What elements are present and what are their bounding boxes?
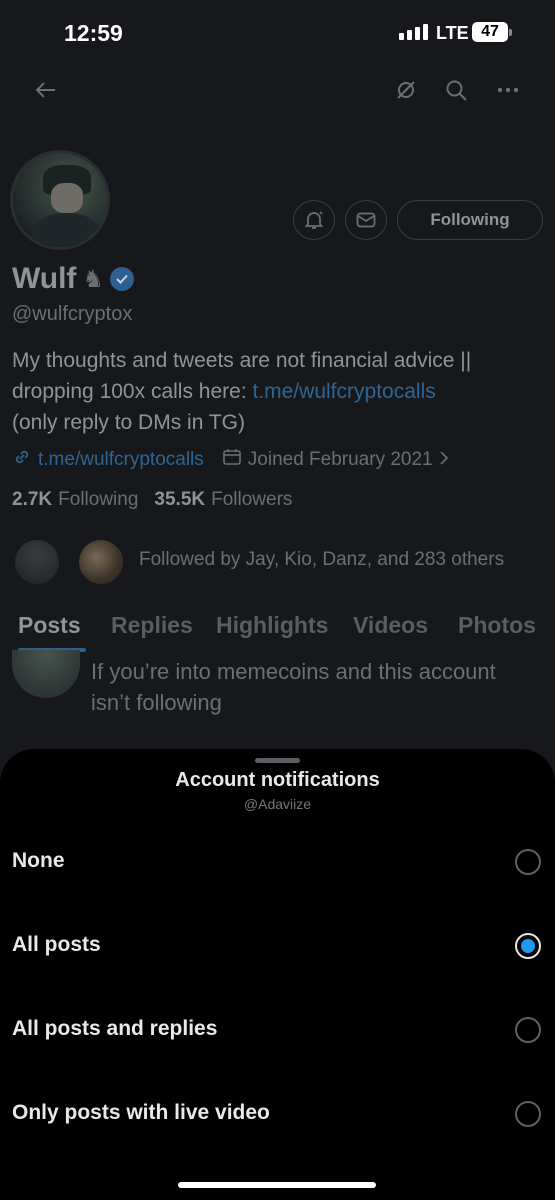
post-line-2: isn’t following (91, 690, 222, 715)
post-avatar[interactable] (12, 650, 80, 698)
network-type: LTE (436, 23, 469, 43)
bio-line-2-text: dropping 100x calls here: (12, 380, 253, 403)
search-icon[interactable] (442, 76, 470, 104)
sheet-grabber[interactable] (255, 758, 300, 763)
tab-videos[interactable]: Videos (353, 612, 428, 639)
bio-line-1: My thoughts and tweets are not financial… (12, 349, 472, 372)
followed-by-text[interactable]: Followed by Jay, Kio, Danz, and 283 othe… (139, 549, 504, 571)
radio-button[interactable] (515, 849, 541, 875)
tab-replies[interactable]: Replies (111, 612, 193, 639)
profile-bio: My thoughts and tweets are not financial… (12, 345, 547, 438)
following-button[interactable]: Following (397, 200, 543, 240)
profile-avatar[interactable] (10, 150, 110, 250)
calendar-icon (222, 447, 242, 473)
sheet-subtitle: @Adaviize (243, 796, 312, 812)
link-icon (12, 447, 32, 473)
bio-line-2: dropping 100x calls here: t.me/wulfcrypt… (12, 376, 547, 407)
following-count[interactable]: 2.7K (12, 489, 52, 511)
tab-posts[interactable]: Posts (18, 612, 81, 639)
profile-name-row: Wulf ♞ (12, 262, 134, 296)
notification-settings-button[interactable] (293, 200, 335, 240)
tab-photos[interactable]: Photos (458, 612, 536, 639)
chevron-right-icon[interactable] (439, 449, 449, 471)
profile-meta: t.me/wulfcryptocalls Joined February 202… (12, 447, 449, 473)
joined-date: Joined February 2021 (247, 449, 433, 470)
followers-label[interactable]: Followers (211, 489, 292, 511)
bio-line-3: (only reply to DMs in TG) (12, 411, 245, 434)
battery-tip (509, 29, 512, 36)
option-all-posts-and-replies[interactable]: All posts and replies (0, 988, 555, 1072)
status-bar: 12:59 LTE 47 (0, 0, 555, 66)
follower-avatar[interactable] (77, 538, 125, 586)
option-label: All posts (12, 933, 101, 956)
message-button[interactable] (345, 200, 387, 240)
option-all-posts[interactable]: All posts (0, 904, 555, 988)
option-live-video-only[interactable]: Only posts with live video (0, 1072, 555, 1156)
following-label[interactable]: Following (58, 489, 138, 511)
follow-counts: 2.7K Following 35.5K Followers (12, 489, 292, 511)
battery-icon: 47 (472, 22, 508, 42)
unicorn-emoji-icon: ♞ (82, 265, 104, 293)
account-notifications-sheet: Account notifications @Adaviize None All… (0, 749, 555, 1200)
radio-button[interactable] (515, 1101, 541, 1127)
radio-button[interactable] (515, 1017, 541, 1043)
option-none[interactable]: None (0, 820, 555, 904)
post-preview-text[interactable]: If you’re into memecoins and this accoun… (91, 656, 541, 718)
website-link[interactable]: t.me/wulfcryptocalls (38, 449, 204, 471)
verified-badge-icon[interactable] (109, 267, 134, 291)
tab-highlights[interactable]: Highlights (216, 612, 328, 639)
sheet-title: Account notifications (175, 769, 380, 791)
more-icon[interactable] (494, 76, 522, 104)
profile-name: Wulf (12, 262, 77, 295)
option-label: Only posts with live video (12, 1101, 270, 1124)
radio-button-selected[interactable] (515, 933, 541, 959)
status-time: 12:59 (64, 20, 123, 46)
post-line-1: If you’re into memecoins and this accoun… (91, 659, 496, 684)
option-label: None (12, 849, 65, 872)
profile-tabs: Posts Replies Highlights Videos Photos (0, 610, 555, 652)
option-label: All posts and replies (12, 1017, 218, 1040)
home-indicator[interactable] (178, 1182, 376, 1188)
no-notification-icon[interactable] (392, 76, 420, 104)
back-arrow-icon[interactable] (32, 76, 60, 104)
profile-handle: @wulfcryptox (12, 303, 133, 325)
followers-count[interactable]: 35.5K (154, 489, 205, 511)
signal-icon (399, 24, 428, 40)
follower-avatar[interactable] (13, 538, 61, 586)
bio-link[interactable]: t.me/wulfcryptocalls (253, 380, 436, 403)
